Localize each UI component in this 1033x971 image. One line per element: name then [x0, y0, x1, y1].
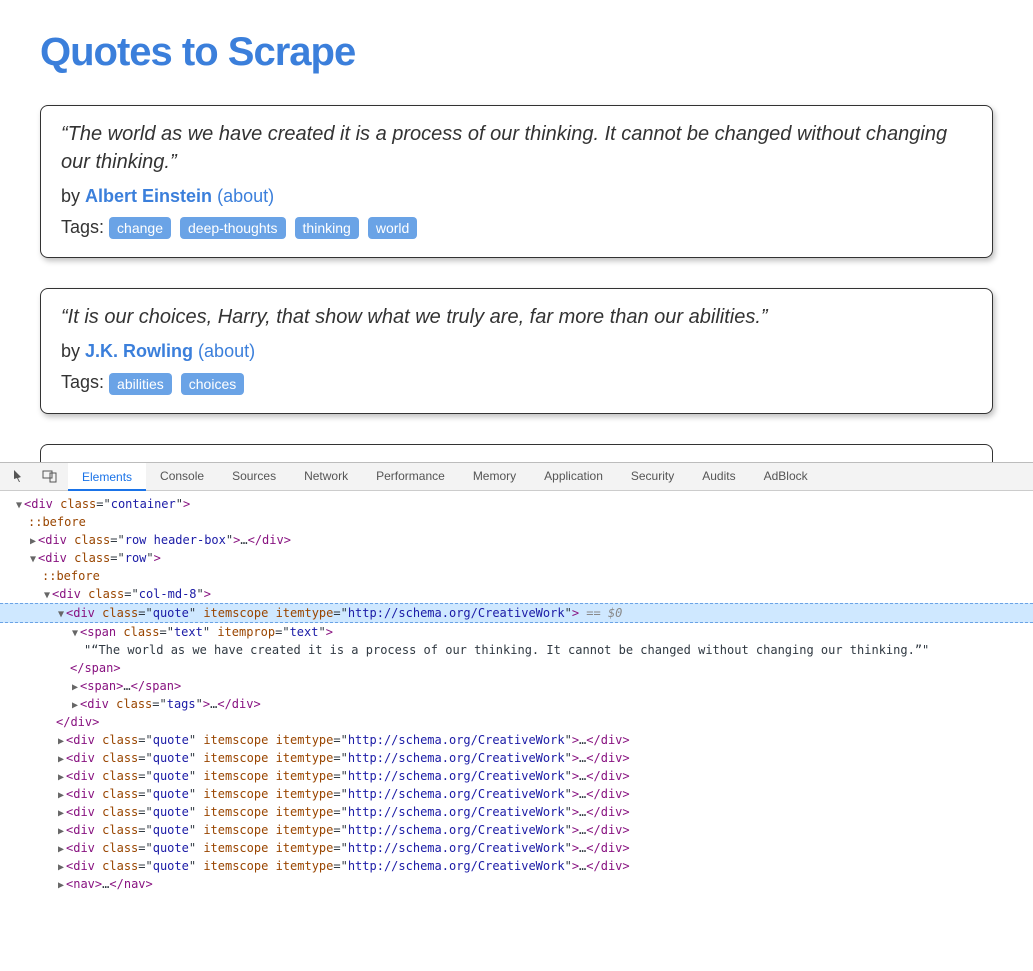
tag[interactable]: change [109, 217, 171, 239]
dom-node-close[interactable]: </span> [14, 659, 1033, 677]
by-label: by [61, 341, 80, 361]
author-name[interactable]: Albert Einstein [85, 186, 212, 206]
twisty-closed-icon[interactable]: ▶ [56, 824, 66, 839]
dom-tree[interactable]: ▼<div class="container"> ::before ▶<div … [0, 491, 1033, 903]
quote-text: “The world as we have created it is a pr… [61, 120, 972, 176]
dom-text-node[interactable]: "“The world as we have created it is a p… [14, 641, 1033, 659]
tag[interactable]: deep-thoughts [180, 217, 286, 239]
tag[interactable]: choices [181, 373, 244, 395]
tag[interactable]: abilities [109, 373, 172, 395]
twisty-open-icon[interactable]: ▼ [28, 552, 38, 567]
dom-node[interactable]: ▼<div class="col-md-8"> [14, 585, 1033, 603]
devtools-tab-memory[interactable]: Memory [459, 462, 530, 490]
dom-node[interactable]: ▶<div class="quote" itemscope itemtype="… [14, 785, 1033, 803]
dom-node[interactable]: ▶<div class="quote" itemscope itemtype="… [14, 749, 1033, 767]
devtools-tab-network[interactable]: Network [290, 462, 362, 490]
twisty-closed-icon[interactable]: ▶ [70, 698, 80, 713]
dom-node-close[interactable]: </div> [14, 713, 1033, 731]
dom-node-selected[interactable]: ▼<div class="quote" itemscope itemtype="… [0, 603, 1033, 623]
twisty-closed-icon[interactable]: ▶ [56, 734, 66, 749]
twisty-closed-icon[interactable]: ▶ [56, 770, 66, 785]
dom-node[interactable]: ▶<span>…</span> [14, 677, 1033, 695]
devtools-tab-console[interactable]: Console [146, 462, 218, 490]
author-name[interactable]: J.K. Rowling [85, 341, 193, 361]
dom-pseudo[interactable]: ::before [14, 513, 1033, 531]
devtools-tabs: Elements Console Sources Network Perform… [0, 463, 1033, 491]
dom-node[interactable]: ▼<span class="text" itemprop="text"> [14, 623, 1033, 641]
quote-author-line: by J.K. Rowling (about) [61, 341, 972, 362]
dom-node[interactable]: ▶<div class="quote" itemscope itemtype="… [14, 857, 1033, 875]
quote-author-line: by Albert Einstein (about) [61, 186, 972, 207]
tags-line: Tags: change deep-thoughts thinking worl… [61, 217, 972, 239]
twisty-closed-icon[interactable]: ▶ [28, 534, 38, 549]
devtools-tab-security[interactable]: Security [617, 462, 688, 490]
tags-line: Tags: abilities choices [61, 372, 972, 394]
dom-node[interactable]: ▶<nav>…</nav> [14, 875, 1033, 893]
dom-node[interactable]: ▶<div class="row header-box">…</div> [14, 531, 1033, 549]
toggle-device-icon[interactable] [38, 466, 62, 486]
inspect-icon[interactable] [8, 466, 32, 486]
tags-label: Tags: [61, 217, 104, 237]
devtools-tab-audits[interactable]: Audits [688, 462, 749, 490]
twisty-open-icon[interactable]: ▼ [56, 607, 66, 622]
twisty-open-icon[interactable]: ▼ [42, 588, 52, 603]
tags-label: Tags: [61, 372, 104, 392]
dom-node[interactable]: ▶<div class="quote" itemscope itemtype="… [14, 767, 1033, 785]
dom-node[interactable]: ▶<div class="quote" itemscope itemtype="… [14, 839, 1033, 857]
devtools-tab-performance[interactable]: Performance [362, 462, 459, 490]
twisty-closed-icon[interactable]: ▶ [56, 842, 66, 857]
dom-node[interactable]: ▶<div class="tags">…</div> [14, 695, 1033, 713]
twisty-open-icon[interactable]: ▼ [70, 626, 80, 641]
twisty-closed-icon[interactable]: ▶ [56, 860, 66, 875]
dom-node[interactable]: ▶<div class="quote" itemscope itemtype="… [14, 821, 1033, 839]
devtools-tab-application[interactable]: Application [530, 462, 617, 490]
quote-box: “The world as we have created it is a pr… [40, 105, 993, 258]
dom-node[interactable]: ▼<div class="row"> [14, 549, 1033, 567]
quote-text: “It is our choices, Harry, that show wha… [61, 303, 972, 331]
dom-node[interactable]: ▼<div class="container"> [14, 495, 1033, 513]
devtools-tab-sources[interactable]: Sources [218, 462, 290, 490]
devtools-tab-adblock[interactable]: AdBlock [750, 462, 822, 490]
twisty-closed-icon[interactable]: ▶ [56, 788, 66, 803]
site-title[interactable]: Quotes to Scrape [40, 30, 993, 75]
twisty-closed-icon[interactable]: ▶ [56, 752, 66, 767]
twisty-closed-icon[interactable]: ▶ [56, 878, 66, 893]
devtools-tab-elements[interactable]: Elements [68, 463, 146, 491]
dom-node[interactable]: ▶<div class="quote" itemscope itemtype="… [14, 731, 1033, 749]
page-content: Quotes to Scrape “The world as we have c… [0, 0, 1033, 462]
quote-box-partial [40, 444, 993, 462]
by-label: by [61, 186, 80, 206]
twisty-closed-icon[interactable]: ▶ [56, 806, 66, 821]
tag[interactable]: thinking [295, 217, 359, 239]
tag[interactable]: world [368, 217, 417, 239]
twisty-open-icon[interactable]: ▼ [14, 498, 24, 513]
about-link[interactable]: (about) [217, 186, 274, 206]
dom-node[interactable]: ▶<div class="quote" itemscope itemtype="… [14, 803, 1033, 821]
quote-box: “It is our choices, Harry, that show wha… [40, 288, 993, 413]
dom-pseudo[interactable]: ::before [14, 567, 1033, 585]
twisty-closed-icon[interactable]: ▶ [70, 680, 80, 695]
devtools-panel: Elements Console Sources Network Perform… [0, 462, 1033, 903]
about-link[interactable]: (about) [198, 341, 255, 361]
